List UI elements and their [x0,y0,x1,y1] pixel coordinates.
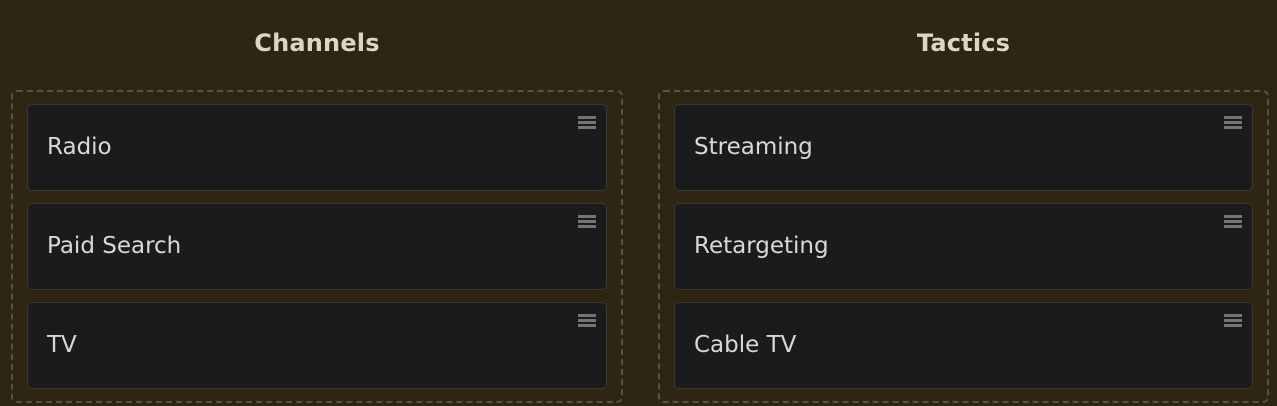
draggable-card-streaming[interactable]: Streaming [674,104,1253,191]
tactics-column: Tactics Streaming Retargeting Cable TV [658,0,1269,403]
draggable-card-retargeting[interactable]: Retargeting [674,203,1253,290]
card-label: Streaming [694,134,813,160]
drag-handle-icon[interactable] [578,314,596,328]
channels-column: Channels Radio Paid Search TV [11,0,623,403]
card-label: Paid Search [47,233,182,259]
drag-handle-icon[interactable] [1224,116,1242,130]
draggable-card-radio[interactable]: Radio [27,104,607,191]
card-label: Cable TV [694,332,797,358]
card-label: Radio [47,134,112,160]
channels-column-title: Channels [254,29,380,57]
channels-dropzone[interactable]: Radio Paid Search TV [11,90,623,403]
tactics-column-title: Tactics [916,29,1011,57]
draggable-card-paid-search[interactable]: Paid Search [27,203,607,290]
card-label: Retargeting [694,233,829,259]
draggable-card-cable-tv[interactable]: Cable TV [674,302,1253,389]
drag-handle-icon[interactable] [578,215,596,229]
tactics-dropzone[interactable]: Streaming Retargeting Cable TV [658,90,1269,403]
drag-handle-icon[interactable] [1224,215,1242,229]
draggable-card-tv[interactable]: TV [27,302,607,389]
drag-handle-icon[interactable] [1224,314,1242,328]
drag-handle-icon[interactable] [578,116,596,130]
card-label: TV [47,332,77,358]
